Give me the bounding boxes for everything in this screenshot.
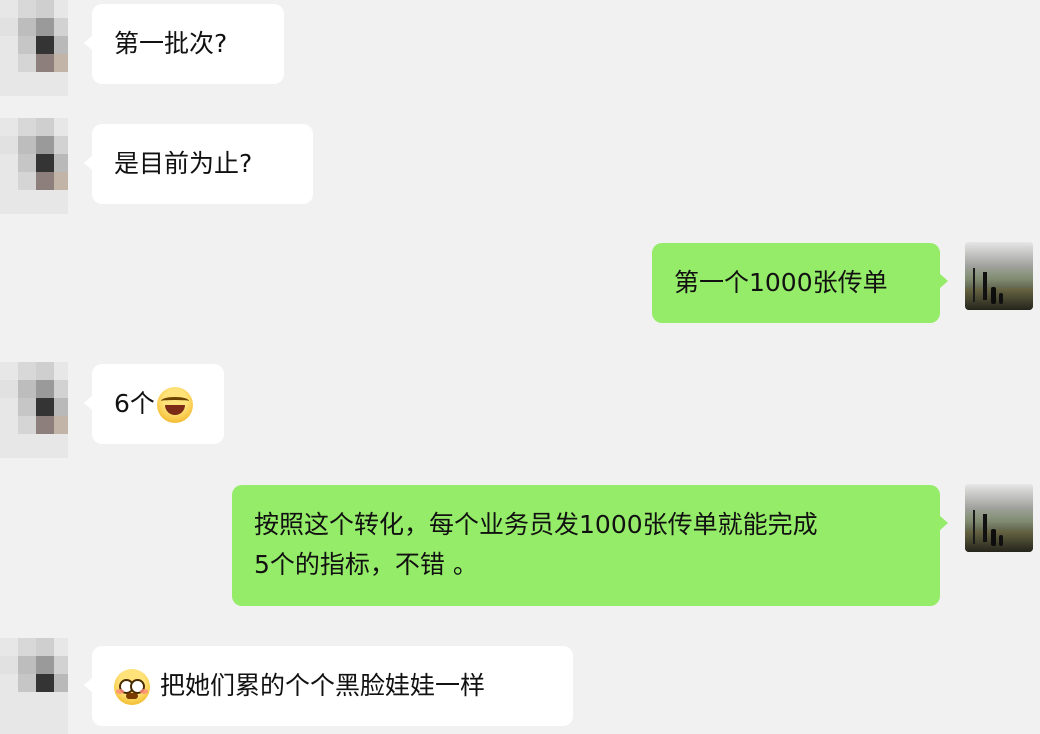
- message-text: 第一个1000张传单: [674, 268, 888, 297]
- user-avatar[interactable]: [965, 242, 1033, 310]
- message-text: 6个: [114, 389, 155, 418]
- contact-avatar[interactable]: [0, 118, 68, 214]
- incoming-message[interactable]: 把她们累的个个黑脸娃娃一样: [84, 646, 573, 726]
- outgoing-message[interactable]: 按照这个转化，每个业务员发1000张传单就能完成 5个的指标，不错 。: [232, 485, 948, 606]
- contact-avatar[interactable]: [0, 0, 68, 96]
- chat-window: 第一批次? 是目前为止? 第一个1000张传单 6个 按照这个转化，每个业务员发…: [0, 0, 1040, 734]
- flushed-face-icon: [114, 669, 150, 705]
- message-text: 是目前为止?: [114, 149, 253, 178]
- contact-avatar[interactable]: [0, 362, 68, 458]
- message-text: 把她们累的个个黑脸娃娃一样: [160, 671, 486, 700]
- face-with-tears-of-joy-icon: [156, 387, 193, 423]
- outgoing-message[interactable]: 第一个1000张传单: [652, 243, 948, 323]
- incoming-message[interactable]: 是目前为止?: [84, 124, 313, 204]
- message-line: 5个的指标，不错 。: [254, 550, 478, 579]
- contact-avatar[interactable]: [0, 638, 68, 734]
- user-avatar[interactable]: [965, 484, 1033, 552]
- message-text: 第一批次?: [114, 29, 228, 58]
- incoming-message[interactable]: 第一批次?: [84, 4, 284, 84]
- incoming-message[interactable]: 6个: [84, 364, 224, 444]
- message-line: 按照这个转化，每个业务员发1000张传单就能完成: [254, 510, 818, 539]
